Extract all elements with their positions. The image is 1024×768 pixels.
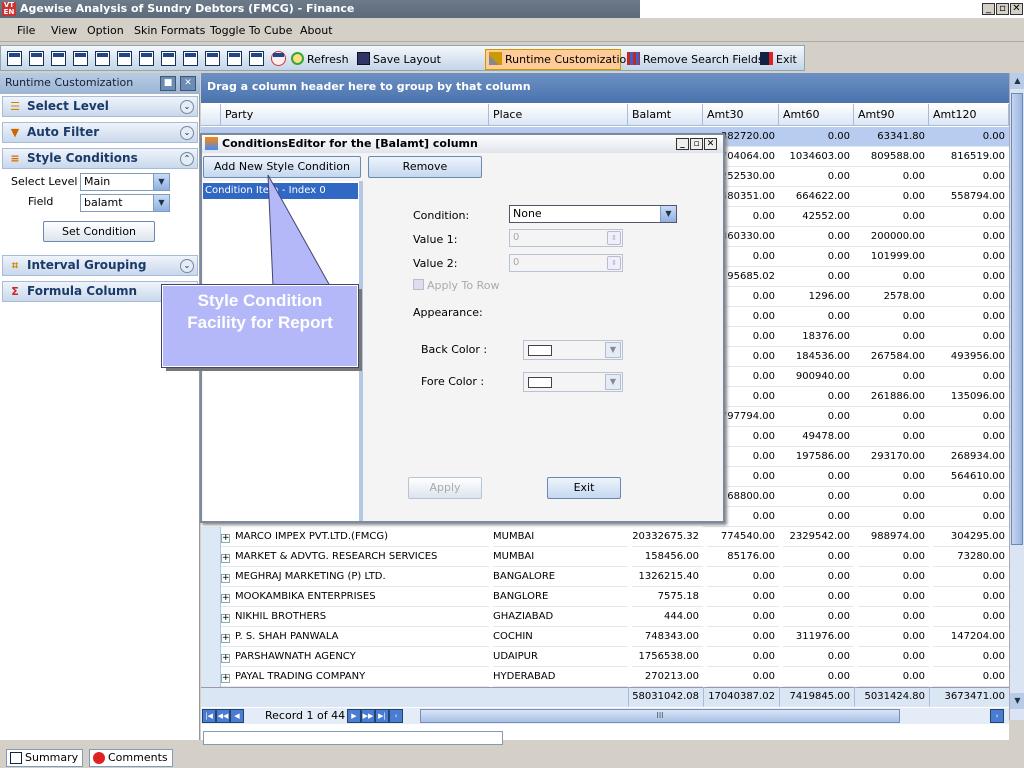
callout-pointer — [267, 174, 331, 287]
callout-box: Style Condition Facility for Report — [162, 285, 358, 367]
callout-line2: Facility for Report — [187, 313, 333, 332]
app-window: { "window": { "title": "Agewise Analysis… — [0, 0, 1024, 768]
callout-line1: Style Condition — [197, 291, 323, 310]
